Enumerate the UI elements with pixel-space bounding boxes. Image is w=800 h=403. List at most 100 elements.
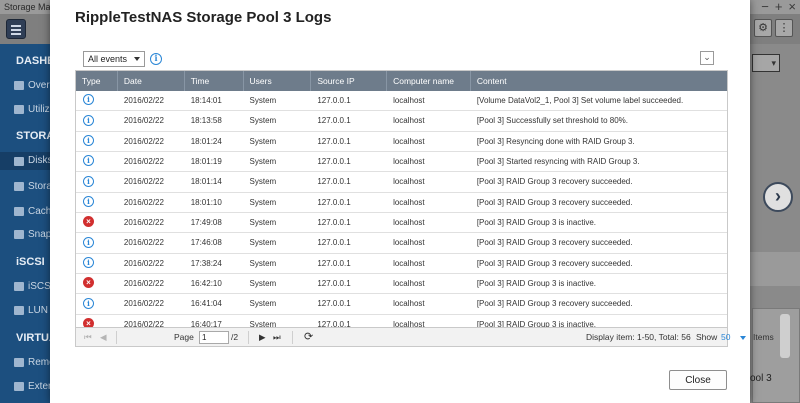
more-icon[interactable]: ⋮ — [775, 19, 793, 37]
cell-content: [Pool 3] RAID Group 3 recovery succeeded… — [476, 299, 633, 309]
cell-time: 16:42:10 — [190, 278, 222, 288]
info-icon: i — [83, 196, 94, 208]
table-row[interactable]: i 2016/02/22 18:01:19 System 127.0.0.1 localh… — [76, 152, 727, 173]
next-page-icon[interactable]: ▶ — [259, 332, 266, 343]
cell-type: × — [76, 274, 118, 293]
sidebar-item-icon — [14, 182, 24, 191]
minimize-button[interactable]: − — [761, 0, 769, 14]
cell-date: 2016/02/22 — [123, 258, 164, 268]
table-row[interactable]: i 2016/02/22 18:13:58 System 127.0.0.1 localh… — [76, 111, 727, 132]
table-row[interactable]: i 2016/02/22 18:01:10 System 127.0.0.1 localh… — [76, 193, 727, 213]
maximize-button[interactable]: + — [775, 0, 783, 14]
gear-icon[interactable]: ⚙ — [754, 19, 772, 37]
first-page-icon[interactable]: ⏮ — [84, 332, 92, 343]
sidebar-item-icon — [14, 306, 24, 315]
sidebar-item[interactable]: Over — [14, 80, 50, 91]
refresh-icon[interactable]: ⟳ — [304, 330, 313, 343]
error-icon: × — [83, 216, 94, 228]
last-page-icon[interactable]: ⏭ — [273, 332, 281, 343]
cell-content: [Pool 3] Started resyncing with RAID Gro… — [476, 156, 640, 166]
column-time[interactable]: Time — [185, 71, 244, 91]
sidebar-item-label: Cach — [28, 206, 52, 217]
cell-computer: localhost — [393, 258, 425, 268]
sidebar-item[interactable]: Disks — [0, 152, 54, 170]
chevron-down-icon[interactable] — [740, 336, 746, 340]
column-type[interactable]: Type — [76, 71, 118, 91]
sidebar-item[interactable]: Stora — [14, 181, 52, 192]
table-row[interactable]: i 2016/02/22 17:46:08 System 127.0.0.1 localh… — [76, 233, 727, 254]
sidebar-item[interactable]: iSCSI — [14, 281, 54, 292]
sidebar-item[interactable]: Utiliz — [14, 104, 50, 115]
cell-type: i — [76, 91, 118, 110]
cell-type: i — [76, 152, 118, 171]
table-row[interactable]: i 2016/02/22 18:01:24 System 127.0.0.1 localh… — [76, 132, 727, 152]
sidebar-item[interactable]: Snap — [14, 229, 51, 240]
sidebar-item-icon — [14, 282, 24, 291]
cell-type: × — [76, 213, 118, 232]
cell-date: 2016/02/22 — [123, 238, 164, 248]
info-icon: i — [83, 236, 94, 248]
close-window-button[interactable]: × — [788, 0, 796, 14]
table-row[interactable]: i 2016/02/22 18:01:14 System 127.0.0.1 localh… — [76, 172, 727, 193]
sidebar-item-icon — [14, 105, 24, 114]
sidebar-item[interactable]: Exter — [14, 381, 51, 392]
table-row[interactable]: × 2016/02/22 16:40:17 System 127.0.0.1 localh… — [76, 315, 727, 328]
page-size-select[interactable]: 50 — [721, 332, 730, 342]
prev-page-icon[interactable]: ◀ — [100, 332, 107, 343]
sidebar-item[interactable]: Cach — [14, 206, 51, 217]
cell-type: i — [76, 193, 118, 212]
cell-time: 18:13:58 — [190, 116, 222, 126]
event-filter-select[interactable]: All events — [83, 51, 145, 67]
cell-content: [Pool 3] RAID Group 3 is inactive. — [476, 217, 596, 227]
pager-divider — [116, 331, 117, 344]
cell-computer: localhost — [393, 116, 425, 126]
cell-time: 16:41:04 — [190, 299, 222, 309]
cell-user: System — [249, 258, 277, 268]
column-date[interactable]: Date — [118, 71, 185, 91]
sidebar-item-label: Exter — [28, 381, 52, 392]
expand-icon[interactable]: ⌄ — [700, 51, 714, 65]
error-icon: × — [83, 277, 94, 289]
column-users[interactable]: Users — [244, 71, 312, 91]
cell-computer: localhost — [393, 238, 425, 248]
cell-type: i — [76, 132, 118, 151]
cell-user: System — [249, 96, 277, 105]
cell-date: 2016/02/22 — [123, 319, 164, 328]
cell-content: [Pool 3] Successfully set threshold to 8… — [476, 116, 629, 126]
table-row[interactable]: × 2016/02/22 16:42:10 System 127.0.0.1 localh… — [76, 274, 727, 295]
cell-ip: 127.0.0.1 — [317, 217, 351, 227]
cell-date: 2016/02/22 — [123, 299, 164, 309]
table-row[interactable]: i 2016/02/22 18:14:01 System 127.0.0.1 localh… — [76, 91, 727, 112]
cell-user: System — [249, 156, 277, 166]
sidebar-item[interactable]: LUN — [14, 305, 48, 316]
column-source-ip[interactable]: Source IP — [311, 71, 388, 91]
cell-user: System — [249, 299, 277, 309]
sidebar-item-label: Disks — [28, 155, 53, 166]
pager-divider — [292, 331, 293, 344]
logs-dialog: RippleTestNAS Storage Pool 3 Logs All ev… — [50, 0, 774, 403]
app-title: Storage Man — [4, 2, 56, 12]
table-row[interactable]: i 2016/02/22 16:41:04 System 127.0.0.1 localh… — [76, 294, 727, 315]
page-number-input[interactable] — [199, 331, 229, 344]
cell-computer: localhost — [393, 197, 425, 207]
cell-user: System — [249, 319, 277, 328]
page-label: Page — [174, 332, 194, 342]
table-row[interactable]: i 2016/02/22 17:38:24 System 127.0.0.1 localh… — [76, 254, 727, 274]
column-computer-name[interactable]: Computer name — [387, 71, 471, 91]
page-total: /2 — [231, 332, 239, 342]
chevron-down-icon — [134, 57, 140, 61]
sidebar-item[interactable]: Remo — [14, 357, 55, 368]
table-row[interactable]: × 2016/02/22 17:49:08 System 127.0.0.1 localh… — [76, 213, 727, 234]
next-arrow-icon[interactable]: › — [763, 182, 793, 212]
cell-content: [Pool 3] RAID Group 3 recovery succeeded… — [476, 258, 633, 268]
right-scrollbar[interactable] — [780, 314, 790, 358]
close-button[interactable]: Close — [669, 370, 727, 390]
cell-type: i — [76, 172, 118, 191]
column-content[interactable]: Content — [471, 71, 727, 91]
menu-icon[interactable] — [6, 19, 26, 39]
background-dropdown[interactable]: ▾ — [752, 54, 780, 72]
cell-ip: 127.0.0.1 — [317, 238, 351, 248]
sidebar-item-label: Utiliz — [28, 104, 50, 115]
info-icon[interactable]: i — [150, 53, 162, 65]
cell-time: 18:01:14 — [190, 177, 222, 187]
